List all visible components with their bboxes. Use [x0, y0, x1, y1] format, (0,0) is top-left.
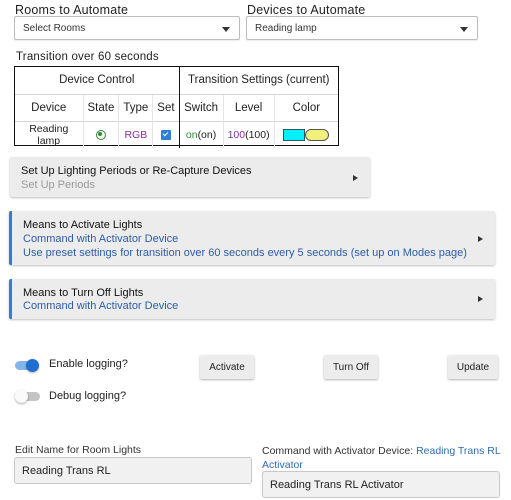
color-target-swatch	[283, 128, 306, 141]
activator-field-label: Command with Activator Device: Reading T…	[262, 444, 502, 472]
card-title: Means to Activate Lights	[23, 219, 143, 231]
col-header-set: Set	[152, 93, 180, 121]
devices-select-value: Reading lamp	[255, 22, 317, 34]
room-name-input[interactable]: Reading Trans RL	[14, 457, 252, 484]
set-cell[interactable]	[152, 120, 180, 148]
level-target: 100	[227, 128, 246, 141]
enable-logging-label: Enable logging?	[49, 358, 128, 370]
col-header-switch: Switch	[179, 93, 224, 121]
rooms-select[interactable]: Select Rooms	[14, 16, 240, 40]
col-header-state: State	[82, 93, 119, 121]
col-header-level: Level	[222, 93, 275, 121]
level-cell: 100(100)	[222, 120, 275, 148]
switch-current: (on)	[197, 128, 217, 141]
enable-logging-toggle[interactable]	[14, 358, 40, 374]
switch-target: on	[185, 128, 198, 141]
group-header-transition-settings: Transition Settings (current)	[188, 74, 330, 87]
chevron-right-icon	[478, 236, 483, 242]
setup-periods-card[interactable]: Set Up Lighting Periods or Re-Capture De…	[10, 157, 370, 197]
level-current: (100)	[245, 128, 270, 141]
card-subtitle: Command with Activator Device	[23, 300, 179, 312]
update-button[interactable]: Update	[448, 355, 498, 379]
table-row: Reading lamp RGB on(on) 100(100)	[15, 120, 338, 148]
chevron-down-icon	[222, 27, 230, 32]
rooms-select-value: Select Rooms	[23, 22, 86, 34]
radio-on-icon[interactable]	[95, 129, 106, 140]
devices-label: Devices to Automate	[247, 3, 366, 17]
chevron-right-icon	[478, 296, 483, 302]
debug-logging-toggle[interactable]	[14, 389, 40, 405]
activate-button[interactable]: Activate	[200, 355, 254, 379]
chevron-down-icon	[460, 27, 468, 32]
color-cell	[273, 120, 338, 148]
group-header-device-control: Device Control	[15, 67, 180, 94]
card-title: Means to Turn Off Lights	[23, 287, 144, 299]
devices-select[interactable]: Reading lamp	[246, 16, 478, 40]
activator-label-text: Command with Activator Device:	[262, 445, 417, 457]
state-cell[interactable]	[82, 120, 119, 148]
transition-table: Device Control Transition Settings (curr…	[14, 66, 339, 148]
transition-title: Transition over 60 seconds	[16, 51, 159, 63]
switch-cell: on(on)	[179, 120, 224, 148]
debug-logging-label: Debug logging?	[49, 390, 127, 402]
activator-device-input[interactable]: Reading Trans RL Activator	[262, 471, 500, 498]
turn-off-button[interactable]: Turn Off	[324, 355, 378, 379]
card-description: Use preset settings for transition over …	[23, 247, 467, 259]
col-header-color: Color	[273, 93, 338, 121]
col-header-device: Device	[15, 93, 83, 121]
device-name: Reading lamp	[15, 120, 83, 148]
card-title: Set Up Lighting Periods or Re-Capture De…	[21, 165, 252, 177]
turn-off-lights-card[interactable]: Means to Turn Off Lights Command with Ac…	[9, 279, 495, 319]
card-subtitle: Command with Activator Device	[23, 233, 179, 245]
col-header-type: Type	[118, 93, 153, 121]
chevron-right-icon	[353, 175, 358, 181]
checkbox-checked-icon[interactable]	[160, 129, 171, 140]
rooms-label: Rooms to Automate	[15, 3, 129, 17]
device-type: RGB	[118, 120, 153, 148]
card-subtitle: Set Up Periods	[21, 179, 95, 191]
activate-lights-card[interactable]: Means to Activate Lights Command with Ac…	[9, 211, 495, 265]
color-current-swatch	[305, 128, 330, 141]
name-field-label: Edit Name for Room Lights	[15, 444, 142, 456]
